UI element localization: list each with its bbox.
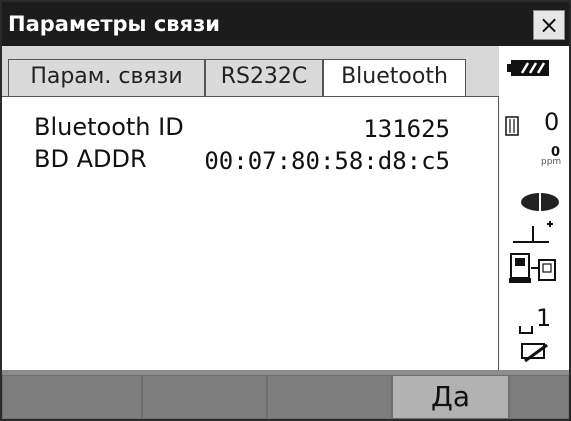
softkey-2[interactable]: [142, 375, 267, 419]
target-icon: [519, 192, 561, 216]
tab-comm-params[interactable]: Парам. связи: [8, 59, 205, 96]
ppm-unit: ppm: [541, 157, 562, 167]
yes-button[interactable]: Да: [392, 375, 509, 419]
softkey-1[interactable]: [2, 375, 142, 419]
tab-rs232c[interactable]: RS232C: [205, 59, 323, 96]
status-sidebar: 0 0 ppm 1: [499, 46, 569, 370]
softkey-3[interactable]: [267, 375, 392, 419]
close-button[interactable]: ×: [533, 10, 565, 40]
bluetooth-panel: Bluetooth ID 131625 BD ADDR 00:07:80:58:…: [2, 96, 499, 370]
tilt-icon: [509, 218, 559, 252]
window-title: Параметры связи: [8, 12, 220, 36]
mode-bracket-icon: [519, 320, 533, 339]
softkey-bar: Да: [2, 370, 569, 419]
softkey-5[interactable]: [509, 375, 569, 419]
instrument-connection-icon: [507, 252, 561, 290]
input-mode-icon: [521, 342, 549, 368]
battery-icon: [507, 58, 551, 82]
bluetooth-id-value: 131625: [363, 115, 450, 143]
comm-settings-window: Параметры связи × Парам. связи RS232C Bl…: [0, 0, 571, 421]
bluetooth-id-label: Bluetooth ID: [34, 113, 184, 141]
tab-bluetooth[interactable]: Bluetooth: [323, 59, 466, 97]
bd-addr-value: 00:07:80:58:d8:c5: [204, 147, 450, 175]
tab-bar: Парам. связи RS232C Bluetooth: [2, 46, 499, 97]
prism-icon: [505, 116, 519, 140]
prism-constant-value: 0: [544, 108, 560, 136]
bd-addr-label: BD ADDR: [34, 145, 147, 173]
title-bar: Параметры связи ×: [2, 2, 569, 46]
mode-number: 1: [536, 304, 552, 332]
